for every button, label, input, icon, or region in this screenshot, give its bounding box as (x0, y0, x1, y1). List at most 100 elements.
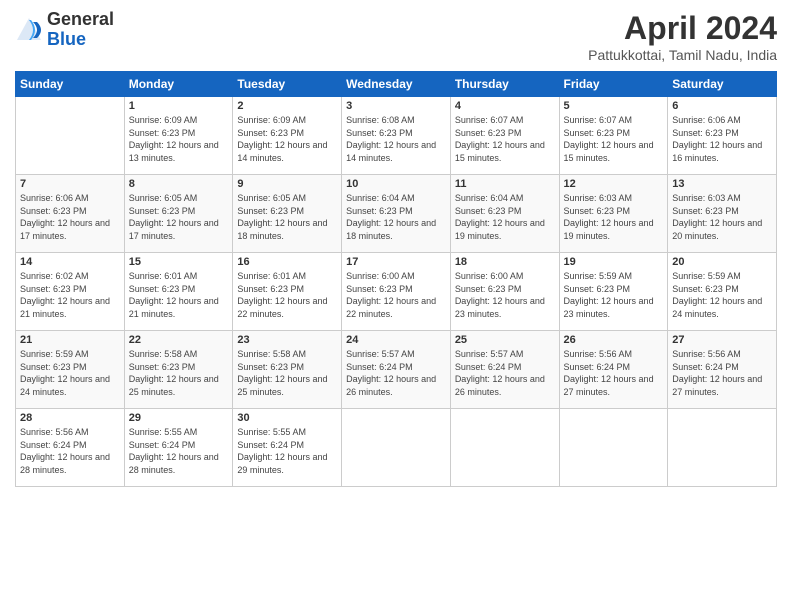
col-sunday: Sunday (16, 72, 125, 97)
day-detail: Sunrise: 6:03 AM Sunset: 6:23 PM Dayligh… (672, 192, 772, 242)
day-number: 1 (129, 100, 229, 112)
calendar-cell: 23 Sunrise: 5:58 AM Sunset: 6:23 PM Dayli… (233, 331, 342, 409)
day-number: 24 (346, 334, 446, 346)
day-number: 26 (564, 334, 664, 346)
day-detail: Sunrise: 5:58 AM Sunset: 6:23 PM Dayligh… (237, 348, 337, 398)
day-number: 13 (672, 178, 772, 190)
logo-blue-text: Blue (47, 30, 114, 50)
calendar-cell: 26Sunrise: 5:56 AM Sunset: 6:24 PM Dayli… (559, 331, 668, 409)
day-detail: Sunrise: 6:04 AM Sunset: 6:23 PM Dayligh… (346, 192, 446, 242)
header: General Blue April 2024 Pattukkottai, Ta… (15, 10, 777, 63)
calendar-cell: 27 Sunrise: 5:56 AM Sunset: 6:24 PM Dayli… (668, 331, 777, 409)
col-saturday: Saturday (668, 72, 777, 97)
day-number: 5 (564, 100, 664, 112)
day-number: 16 (237, 256, 337, 268)
day-detail: Sunrise: 6:07 AM Sunset: 6:23 PM Dayligh… (455, 114, 555, 164)
col-tuesday: Tuesday (233, 72, 342, 97)
calendar-row-4: 28 Sunrise: 5:56 AM Sunset: 6:24 PM Dayli… (16, 409, 777, 487)
calendar-cell (450, 409, 559, 487)
logo-general-text: General (47, 10, 114, 30)
calendar-cell: 5 Sunrise: 6:07 AM Sunset: 6:23 PM Daylig… (559, 97, 668, 175)
calendar-row-3: 21 Sunrise: 5:59 AM Sunset: 6:23 PM Dayli… (16, 331, 777, 409)
calendar-cell: 24 Sunrise: 5:57 AM Sunset: 6:24 PM Dayli… (342, 331, 451, 409)
calendar-cell: 29 Sunrise: 5:55 AM Sunset: 6:24 PM Dayli… (124, 409, 233, 487)
calendar-cell: 7 Sunrise: 6:06 AM Sunset: 6:23 PM Daylig… (16, 175, 125, 253)
day-detail: Sunrise: 5:56 AM Sunset: 6:24 PM Dayligh… (20, 426, 120, 476)
day-detail: Sunrise: 6:01 AM Sunset: 6:23 PM Dayligh… (237, 270, 337, 320)
day-number: 17 (346, 256, 446, 268)
day-number: 11 (455, 178, 555, 190)
calendar-row-1: 7 Sunrise: 6:06 AM Sunset: 6:23 PM Daylig… (16, 175, 777, 253)
day-number: 27 (672, 334, 772, 346)
day-detail: Sunrise: 6:09 AM Sunset: 6:23 PM Dayligh… (129, 114, 229, 164)
day-detail: Sunrise: 6:07 AM Sunset: 6:23 PM Dayligh… (564, 114, 664, 164)
title-area: April 2024 Pattukkottai, Tamil Nadu, Ind… (588, 10, 777, 63)
day-detail: Sunrise: 5:58 AM Sunset: 6:23 PM Dayligh… (129, 348, 229, 398)
day-number: 4 (455, 100, 555, 112)
calendar-cell: 9 Sunrise: 6:05 AM Sunset: 6:23 PM Daylig… (233, 175, 342, 253)
day-number: 21 (20, 334, 120, 346)
day-detail: Sunrise: 6:05 AM Sunset: 6:23 PM Dayligh… (129, 192, 229, 242)
calendar-cell: 18Sunrise: 6:00 AM Sunset: 6:23 PM Dayli… (450, 253, 559, 331)
calendar-cell: 30Sunrise: 5:55 AM Sunset: 6:24 PM Dayli… (233, 409, 342, 487)
day-number: 7 (20, 178, 120, 190)
calendar-cell: 12 Sunrise: 6:03 AM Sunset: 6:23 PM Dayli… (559, 175, 668, 253)
day-number: 28 (20, 412, 120, 424)
day-number: 23 (237, 334, 337, 346)
calendar-cell: 17 Sunrise: 6:00 AM Sunset: 6:23 PM Dayli… (342, 253, 451, 331)
calendar-cell (668, 409, 777, 487)
day-detail: Sunrise: 6:03 AM Sunset: 6:23 PM Dayligh… (564, 192, 664, 242)
calendar-cell: 14 Sunrise: 6:02 AM Sunset: 6:23 PM Dayli… (16, 253, 125, 331)
day-detail: Sunrise: 6:04 AM Sunset: 6:23 PM Dayligh… (455, 192, 555, 242)
col-wednesday: Wednesday (342, 72, 451, 97)
calendar-row-2: 14 Sunrise: 6:02 AM Sunset: 6:23 PM Dayli… (16, 253, 777, 331)
calendar-cell (16, 97, 125, 175)
day-detail: Sunrise: 6:00 AM Sunset: 6:23 PM Dayligh… (346, 270, 446, 320)
calendar-cell: 28 Sunrise: 5:56 AM Sunset: 6:24 PM Dayli… (16, 409, 125, 487)
calendar-cell: 22 Sunrise: 5:58 AM Sunset: 6:23 PM Dayli… (124, 331, 233, 409)
day-detail: Sunrise: 6:06 AM Sunset: 6:23 PM Dayligh… (20, 192, 120, 242)
calendar-cell: 15 Sunrise: 6:01 AM Sunset: 6:23 PM Dayli… (124, 253, 233, 331)
day-number: 29 (129, 412, 229, 424)
calendar-cell: 10 Sunrise: 6:04 AM Sunset: 6:23 PM Dayli… (342, 175, 451, 253)
calendar-cell: 6 Sunrise: 6:06 AM Sunset: 6:23 PM Daylig… (668, 97, 777, 175)
calendar-cell: 3Sunrise: 6:08 AM Sunset: 6:23 PM Daylig… (342, 97, 451, 175)
day-number: 22 (129, 334, 229, 346)
day-detail: Sunrise: 6:02 AM Sunset: 6:23 PM Dayligh… (20, 270, 120, 320)
day-number: 3 (346, 100, 446, 112)
logo-text: General Blue (47, 10, 114, 50)
day-number: 15 (129, 256, 229, 268)
day-number: 18 (455, 256, 555, 268)
calendar-cell: 19Sunrise: 5:59 AM Sunset: 6:23 PM Dayli… (559, 253, 668, 331)
logo: General Blue (15, 10, 114, 50)
day-detail: Sunrise: 5:57 AM Sunset: 6:24 PM Dayligh… (455, 348, 555, 398)
day-number: 6 (672, 100, 772, 112)
col-thursday: Thursday (450, 72, 559, 97)
day-detail: Sunrise: 5:56 AM Sunset: 6:24 PM Dayligh… (672, 348, 772, 398)
calendar-cell (342, 409, 451, 487)
header-row: Sunday Monday Tuesday Wednesday Thursday… (16, 72, 777, 97)
day-number: 19 (564, 256, 664, 268)
calendar-cell: 4 Sunrise: 6:07 AM Sunset: 6:23 PM Daylig… (450, 97, 559, 175)
day-detail: Sunrise: 5:59 AM Sunset: 6:23 PM Dayligh… (672, 270, 772, 320)
calendar-page: General Blue April 2024 Pattukkottai, Ta… (0, 0, 792, 612)
calendar-cell: 21 Sunrise: 5:59 AM Sunset: 6:23 PM Dayli… (16, 331, 125, 409)
calendar-cell (559, 409, 668, 487)
day-detail: Sunrise: 5:55 AM Sunset: 6:24 PM Dayligh… (129, 426, 229, 476)
day-detail: Sunrise: 6:05 AM Sunset: 6:23 PM Dayligh… (237, 192, 337, 242)
day-number: 12 (564, 178, 664, 190)
day-detail: Sunrise: 5:59 AM Sunset: 6:23 PM Dayligh… (20, 348, 120, 398)
day-number: 9 (237, 178, 337, 190)
day-detail: Sunrise: 6:01 AM Sunset: 6:23 PM Dayligh… (129, 270, 229, 320)
calendar-table: Sunday Monday Tuesday Wednesday Thursday… (15, 71, 777, 487)
day-number: 20 (672, 256, 772, 268)
day-number: 8 (129, 178, 229, 190)
month-title: April 2024 (588, 10, 777, 47)
calendar-cell: 25 Sunrise: 5:57 AM Sunset: 6:24 PM Dayli… (450, 331, 559, 409)
day-number: 14 (20, 256, 120, 268)
day-detail: Sunrise: 6:06 AM Sunset: 6:23 PM Dayligh… (672, 114, 772, 164)
day-number: 25 (455, 334, 555, 346)
col-friday: Friday (559, 72, 668, 97)
day-detail: Sunrise: 5:57 AM Sunset: 6:24 PM Dayligh… (346, 348, 446, 398)
day-number: 10 (346, 178, 446, 190)
